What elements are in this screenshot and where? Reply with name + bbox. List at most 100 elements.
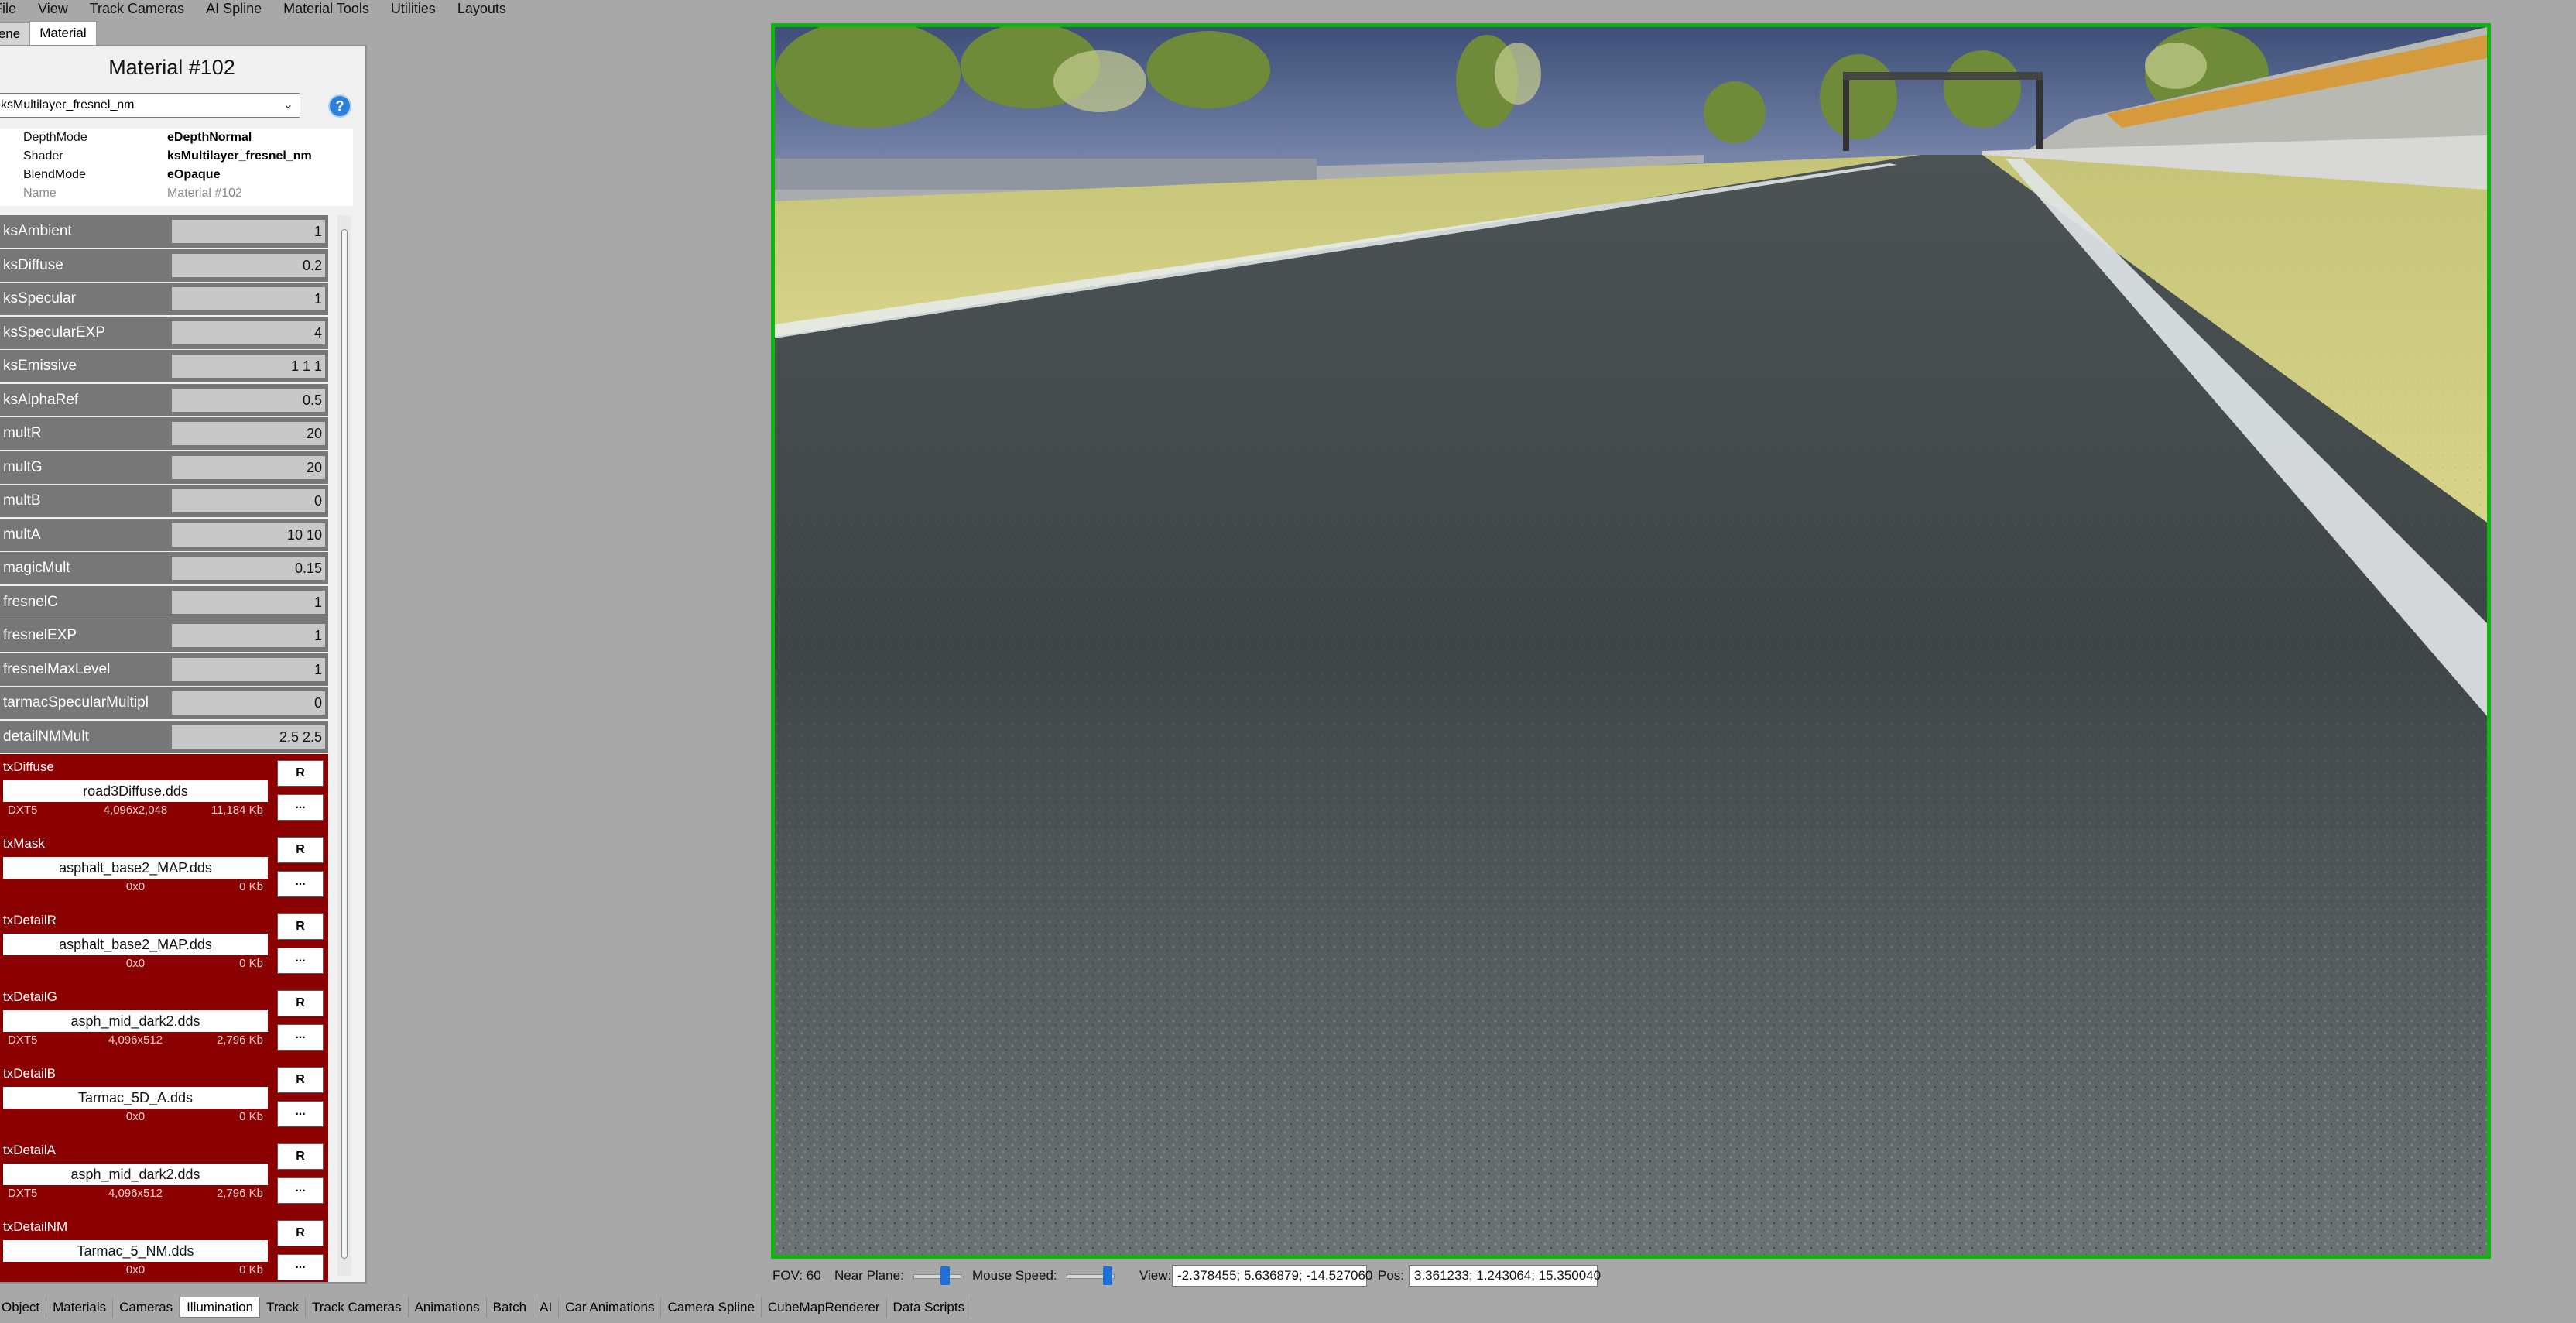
bottom-tab-materials[interactable]: Materials xyxy=(46,1297,114,1318)
texture-file-field[interactable]: asph_mid_dark2.dds xyxy=(3,1164,268,1185)
param-value-field[interactable]: 1 1 1 xyxy=(172,355,325,378)
texture-name: txDetailR xyxy=(3,913,57,927)
texture-file-field[interactable]: asphalt_base2_MAP.dds xyxy=(3,934,268,955)
bottom-tab-ai[interactable]: AI xyxy=(533,1297,560,1318)
menu-material-tools[interactable]: Material Tools xyxy=(283,1,369,17)
param-label: multB xyxy=(3,492,41,509)
property-name: BlendMode xyxy=(23,168,86,181)
texture-file-field[interactable]: Tarmac_5_NM.dds xyxy=(3,1240,268,1262)
texture-dimensions: 0x0 xyxy=(125,1263,146,1277)
param-value-field[interactable]: 0 xyxy=(172,691,325,715)
texture-size: 11,184 Kb xyxy=(211,804,263,817)
menu-view[interactable]: View xyxy=(38,1,68,17)
bottom-tab-object[interactable]: Object xyxy=(0,1297,47,1318)
menu-layouts[interactable]: Layouts xyxy=(457,1,506,17)
menu-file[interactable]: File xyxy=(0,1,16,17)
param-row-ksemissive: ksEmissive 1 1 1 xyxy=(0,350,328,382)
param-label: ksEmissive xyxy=(3,358,77,374)
param-value-field[interactable]: 1 xyxy=(172,220,325,243)
texture-file-field[interactable]: asph_mid_dark2.dds xyxy=(3,1010,268,1032)
bottom-tab-camera-spline[interactable]: Camera Spline xyxy=(661,1297,762,1318)
param-row-tarmacspecularmultipl: tarmacSpecularMultipl 0 xyxy=(0,687,328,719)
property-name: Shader xyxy=(23,149,63,163)
param-label: detailNMMult xyxy=(3,728,89,745)
bottom-tab-track-cameras[interactable]: Track Cameras xyxy=(306,1297,409,1318)
help-circle-icon[interactable]: ? xyxy=(328,94,351,118)
bottom-tab-illumination[interactable]: Illumination xyxy=(180,1297,261,1318)
panel-scrollbar[interactable] xyxy=(337,215,351,1276)
param-label: ksAmbient xyxy=(3,223,72,239)
bottom-tab-car-animations[interactable]: Car Animations xyxy=(559,1297,662,1318)
bottom-tab-data-scripts[interactable]: Data Scripts xyxy=(887,1297,972,1318)
param-row-ksambient: ksAmbient 1 xyxy=(0,215,328,248)
property-row-shader[interactable]: Shader ksMultilayer_fresnel_nm xyxy=(0,147,353,166)
bottom-tab-track[interactable]: Track xyxy=(260,1297,306,1318)
texture-slot-txmask: txMask asphalt_base2_MAP.dds 0x0 0 Kb R... xyxy=(0,831,328,907)
param-value-field[interactable]: 10 10 xyxy=(172,523,325,547)
property-row-blendmode[interactable]: BlendMode eOpaque xyxy=(0,166,353,184)
property-value: eOpaque xyxy=(167,168,221,181)
param-value-field[interactable]: 2.5 2.5 xyxy=(172,725,325,749)
bottom-tab-cubemaprenderer[interactable]: CubeMapRenderer xyxy=(762,1297,887,1318)
texture-file-field[interactable]: asphalt_base2_MAP.dds xyxy=(3,857,268,879)
bottom-tab-cameras[interactable]: Cameras xyxy=(113,1297,180,1318)
param-value-field[interactable]: 4 xyxy=(172,320,325,344)
texture-browse-button[interactable]: ... xyxy=(277,1101,324,1127)
param-value-field[interactable]: 0 xyxy=(172,489,325,512)
view-coordinates-field[interactable]: -2.378455; 5.636879; -14.527060 xyxy=(1172,1265,1372,1287)
scrollbar-thumb[interactable] xyxy=(341,229,348,1259)
tab-scene[interactable]: Scene xyxy=(0,22,31,45)
property-row-depthmode[interactable]: DepthMode eDepthNormal xyxy=(0,129,353,147)
bottom-tab-batch[interactable]: Batch xyxy=(487,1297,534,1318)
param-value-field[interactable]: 20 xyxy=(172,455,325,479)
texture-name: txDetailG xyxy=(3,989,57,1004)
texture-browse-button[interactable]: ... xyxy=(277,794,324,821)
texture-browse-button[interactable]: ... xyxy=(277,1254,324,1280)
texture-file-field[interactable]: Tarmac_5D_A.dds xyxy=(3,1087,268,1109)
menu-ai-spline[interactable]: AI Spline xyxy=(206,1,262,17)
property-name: Name xyxy=(23,187,57,200)
param-value-field[interactable]: 1 xyxy=(172,657,325,681)
texture-reset-button[interactable]: R xyxy=(277,913,324,940)
param-row-fresnelc: fresnelC 1 xyxy=(0,585,328,619)
3d-viewport[interactable] xyxy=(771,23,2491,1259)
bottom-tab-animations[interactable]: Animations xyxy=(409,1297,487,1318)
mouse-speed-label: Mouse Speed: xyxy=(972,1268,1057,1283)
param-value-field[interactable]: 1 xyxy=(172,624,325,647)
position-coordinates-field[interactable]: 3.361233; 1.243064; 15.350040 xyxy=(1409,1265,1601,1287)
texture-file-field[interactable]: road3Diffuse.dds xyxy=(3,780,268,802)
param-value-field[interactable]: 1 xyxy=(172,590,325,614)
texture-size: 0 Kb xyxy=(239,957,263,970)
param-label: ksAlphaRef xyxy=(3,391,79,408)
texture-reset-button[interactable]: R xyxy=(277,1143,324,1170)
param-value-field[interactable]: 0.15 xyxy=(172,557,325,580)
texture-browse-button[interactable]: ... xyxy=(277,871,324,897)
param-value-field[interactable]: 0.2 xyxy=(172,253,325,277)
param-value-field[interactable]: 1 xyxy=(172,287,325,310)
texture-slot-txdetailr: txDetailR asphalt_base2_MAP.dds 0x0 0 Kb R..… xyxy=(0,907,328,984)
texture-browse-button[interactable]: ... xyxy=(277,1177,324,1204)
menu-utilities[interactable]: Utilities xyxy=(391,1,436,17)
property-row-name[interactable]: Name Material #102 xyxy=(0,184,353,203)
texture-browse-button[interactable]: ... xyxy=(277,948,324,974)
texture-reset-button[interactable]: R xyxy=(277,760,324,787)
shader-dropdown[interactable]: ksMultilayer_fresnel_nm ⌄ xyxy=(0,93,300,118)
texture-reset-button[interactable]: R xyxy=(277,990,324,1016)
texture-browse-button[interactable]: ... xyxy=(277,1024,324,1051)
mouse-speed-slider-knob[interactable] xyxy=(1103,1266,1112,1285)
chevron-down-icon[interactable]: ⌄ xyxy=(283,94,293,117)
texture-name: txDetailA xyxy=(3,1143,57,1157)
texture-reset-button[interactable]: R xyxy=(277,1220,324,1246)
param-value-field[interactable]: 0.5 xyxy=(172,388,325,412)
near-plane-slider-knob[interactable] xyxy=(940,1266,950,1285)
texture-reset-button[interactable]: R xyxy=(277,1067,324,1093)
near-plane-slider[interactable] xyxy=(913,1266,961,1285)
param-row-detailnmmult: detailNMMult 2.5 2.5 xyxy=(0,720,328,753)
param-label: ksSpecular xyxy=(3,290,76,307)
mouse-speed-slider[interactable] xyxy=(1067,1266,1115,1285)
param-value-field[interactable]: 20 xyxy=(172,422,325,445)
menu-track-cameras[interactable]: Track Cameras xyxy=(90,1,184,17)
tab-material[interactable]: Material xyxy=(29,21,97,45)
param-label: multA xyxy=(3,526,41,543)
texture-reset-button[interactable]: R xyxy=(277,837,324,863)
